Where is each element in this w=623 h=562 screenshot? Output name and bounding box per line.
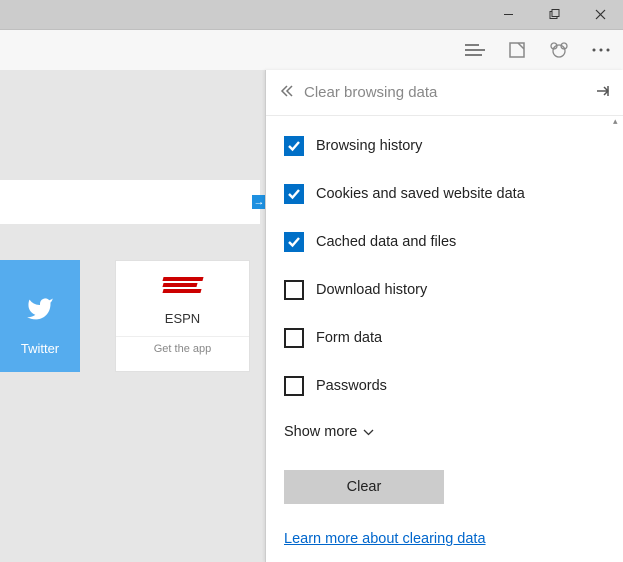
checkbox-row[interactable]: Cached data and files bbox=[284, 232, 605, 252]
checkbox-label: Download history bbox=[316, 282, 427, 298]
tiles-row: Twitter ESPN Get the app bbox=[0, 260, 250, 372]
learn-more-link[interactable]: Learn more about clearing data bbox=[284, 531, 486, 547]
clear-button[interactable]: Clear bbox=[284, 470, 444, 504]
share-icon[interactable] bbox=[541, 32, 577, 68]
get-app-link[interactable]: Get the app bbox=[116, 336, 249, 361]
checkbox-label: Browsing history bbox=[316, 138, 422, 154]
checkbox[interactable] bbox=[284, 136, 304, 156]
checkbox[interactable] bbox=[284, 376, 304, 396]
checkbox-row[interactable]: Cookies and saved website data bbox=[284, 184, 605, 204]
tile-twitter[interactable]: Twitter bbox=[0, 260, 80, 372]
content-area: t? → Twitter ESPN Get the app Clear brow… bbox=[0, 70, 623, 562]
twitter-icon bbox=[26, 295, 54, 323]
checkbox-row[interactable]: Form data bbox=[284, 328, 605, 348]
checkbox-label: Cached data and files bbox=[316, 234, 456, 250]
back-icon[interactable] bbox=[280, 85, 302, 100]
checkbox-row[interactable]: Download history bbox=[284, 280, 605, 300]
close-button[interactable] bbox=[577, 0, 623, 30]
panel-header: Clear browsing data bbox=[266, 70, 623, 116]
panel-title: Clear browsing data bbox=[302, 84, 587, 101]
more-icon[interactable] bbox=[583, 32, 619, 68]
panel-body: Browsing history Cookies and saved websit… bbox=[266, 116, 623, 562]
chevron-down-icon bbox=[363, 429, 374, 436]
minimize-button[interactable] bbox=[485, 0, 531, 30]
checkbox[interactable] bbox=[284, 232, 304, 252]
pin-icon[interactable] bbox=[587, 84, 609, 101]
show-more-toggle[interactable]: Show more bbox=[284, 424, 605, 440]
maximize-button[interactable] bbox=[531, 0, 577, 30]
espn-icon bbox=[163, 277, 203, 295]
checkbox-label: Form data bbox=[316, 330, 382, 346]
checkbox-row[interactable]: Browsing history bbox=[284, 136, 605, 156]
search-handle-icon[interactable]: → bbox=[252, 195, 266, 209]
tile-label: Twitter bbox=[21, 341, 59, 356]
search-strip[interactable]: → bbox=[0, 180, 260, 224]
tile-label: ESPN bbox=[165, 311, 200, 326]
clear-data-panel: Clear browsing data ▴ Browsing historyCo… bbox=[265, 70, 623, 562]
checkbox-row[interactable]: Passwords bbox=[284, 376, 605, 396]
checkbox-label: Cookies and saved website data bbox=[316, 186, 525, 202]
reading-view-icon[interactable] bbox=[457, 32, 493, 68]
tile-espn[interactable]: ESPN Get the app bbox=[115, 260, 250, 372]
browser-toolbar bbox=[0, 30, 623, 70]
checkbox[interactable] bbox=[284, 328, 304, 348]
web-note-icon[interactable] bbox=[499, 32, 535, 68]
checkbox[interactable] bbox=[284, 280, 304, 300]
window-titlebar bbox=[0, 0, 623, 30]
checkbox[interactable] bbox=[284, 184, 304, 204]
show-more-label: Show more bbox=[284, 424, 357, 440]
checkbox-label: Passwords bbox=[316, 378, 387, 394]
